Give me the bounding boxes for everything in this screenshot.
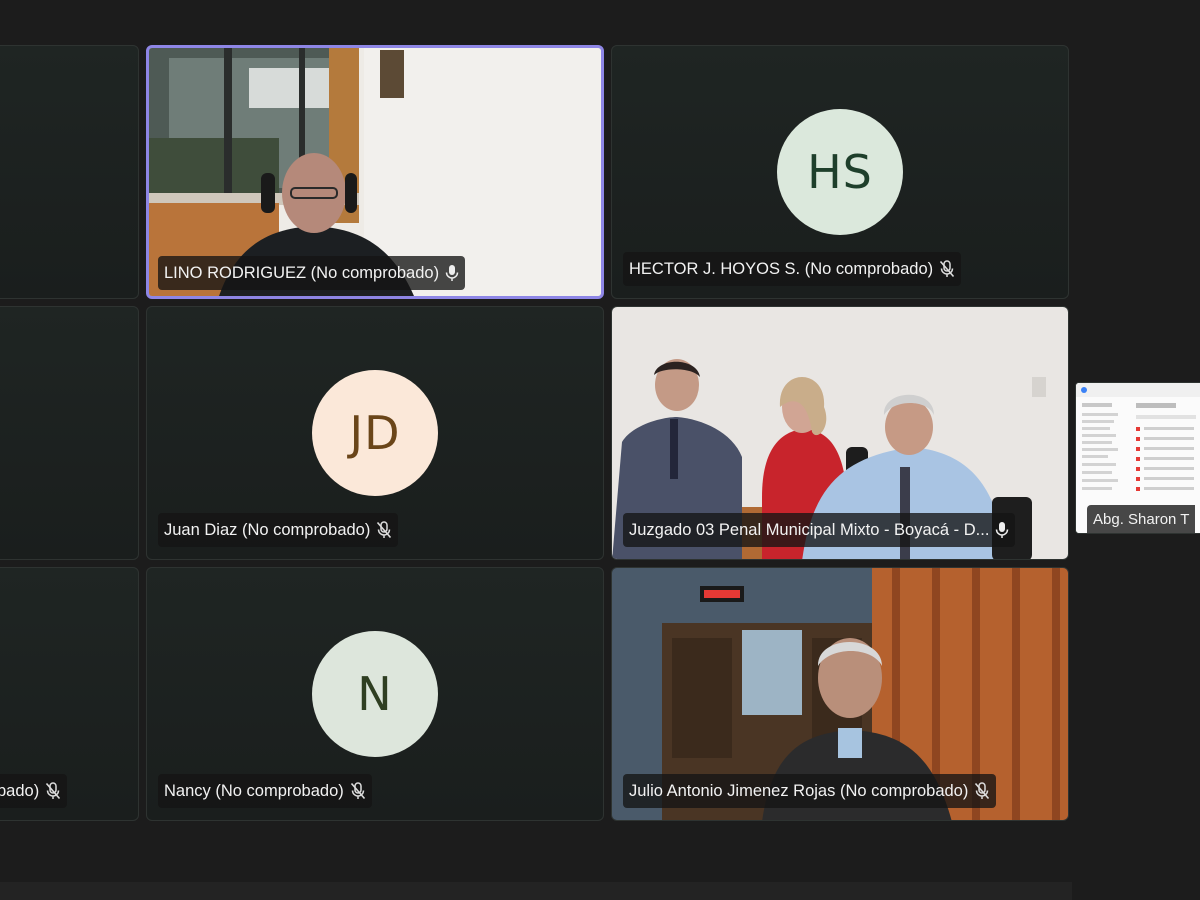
participant-name-tag: Abg. Sharon T [1087, 505, 1196, 533]
mic-muted-icon [350, 782, 365, 800]
participant-tile-nancy[interactable]: N Nancy (No comprobado) [146, 567, 604, 821]
participant-tile-sharon[interactable]: Abg. Sharon T [1075, 382, 1200, 534]
mic-muted-icon [377, 521, 392, 539]
avatar-initials: JD [349, 406, 401, 460]
mic-muted-icon [46, 782, 61, 800]
participant-name-tag: Nancy (No comprobado) [158, 774, 372, 808]
participant-avatar: JD [312, 370, 438, 496]
mic-muted-icon [940, 260, 955, 278]
participant-tile-partial-1[interactable] [0, 45, 139, 299]
participant-tile-juan[interactable]: JD Juan Diaz (No comprobado) [146, 306, 604, 560]
participant-name: Juan Diaz (No comprobado) [164, 520, 371, 539]
avatar-initials: N [357, 667, 393, 721]
mic-icon [445, 265, 459, 281]
participant-tile-partial-3[interactable]: bado) [0, 567, 139, 821]
bottom-toolbar-strip [0, 882, 1072, 900]
participant-name: bado) [0, 781, 40, 800]
participant-name: LINO RODRIGUEZ (No comprobado) [164, 263, 440, 282]
participant-tile-partial-2[interactable] [0, 306, 139, 560]
participant-tile-hector[interactable]: HS HECTOR J. HOYOS S. (No comprobado) [611, 45, 1069, 299]
participant-name-tag: HECTOR J. HOYOS S. (No comprobado) [623, 252, 962, 286]
participant-avatar: HS [777, 109, 903, 235]
participant-name-tag: Julio Antonio Jimenez Rojas (No comproba… [623, 774, 997, 808]
participant-tile-juzgado[interactable]: Juzgado 03 Penal Municipal Mixto - Boyac… [611, 306, 1069, 560]
participant-name-tag: bado) [0, 774, 68, 808]
participant-name: Nancy (No comprobado) [164, 781, 344, 800]
avatar-initials: HS [807, 145, 873, 199]
participant-name-tag: LINO RODRIGUEZ (No comprobado) [158, 256, 466, 290]
participant-avatar: N [312, 631, 438, 757]
participant-tile-julio[interactable]: Julio Antonio Jimenez Rojas (No comproba… [611, 567, 1069, 821]
participant-name-tag: Juan Diaz (No comprobado) [158, 513, 399, 547]
mic-icon [996, 522, 1009, 538]
mic-muted-icon [975, 782, 990, 800]
participant-name: Juzgado 03 Penal Municipal Mixto - Boyac… [629, 520, 990, 539]
participant-tile-lino[interactable]: LINO RODRIGUEZ (No comprobado) [146, 45, 604, 299]
participant-name: Julio Antonio Jimenez Rojas (No comproba… [629, 781, 969, 800]
participant-name-tag: Juzgado 03 Penal Municipal Mixto - Boyac… [623, 513, 1016, 547]
participant-name: Abg. Sharon T [1093, 510, 1190, 528]
participant-name: HECTOR J. HOYOS S. (No comprobado) [629, 259, 934, 278]
